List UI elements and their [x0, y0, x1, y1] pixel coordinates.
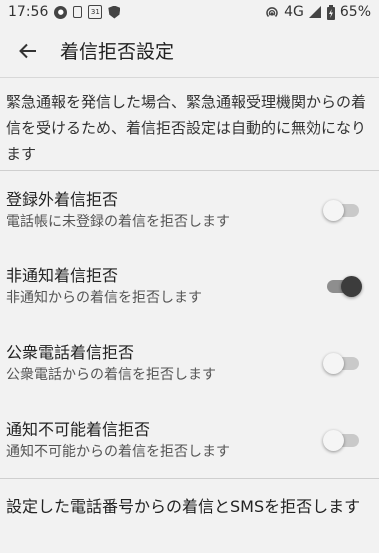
toggle-switch-unregistered[interactable] [323, 198, 361, 222]
setting-subtitle: 通知不可能からの着信を拒否します [6, 444, 230, 460]
page-title: 着信拒否設定 [60, 41, 175, 63]
setting-row-anonymous[interactable]: 非通知着信拒否 非通知からの着信を拒否します [0, 247, 379, 325]
setting-title: 非通知着信拒否 [6, 266, 119, 285]
toggle-switch-unavailable[interactable] [323, 428, 361, 452]
hotspot-icon [264, 5, 280, 19]
setting-row-payphone[interactable]: 公衆電話着信拒否 公衆電話からの着信を拒否します [0, 324, 379, 402]
arrow-left-icon [19, 43, 36, 58]
calendar-day: 31 [88, 5, 103, 19]
signal-icon [308, 5, 322, 19]
toggle-switch-payphone[interactable] [323, 351, 361, 375]
emergency-notice: 緊急通報を発信した場合、緊急通報受理機関からの着信を受けるため、着信拒否設定は自… [0, 79, 379, 171]
toggle-switch-anonymous[interactable] [325, 274, 362, 298]
sim-card-icon [73, 6, 83, 18]
blocked-numbers-item[interactable]: 設定した電話番号からの着信とSMSを拒否します [0, 478, 379, 553]
status-time: 17:56 [8, 4, 49, 20]
calendar-icon: 31 [88, 5, 103, 19]
battery-charging-icon [326, 4, 336, 20]
setting-subtitle: 非通知からの着信を拒否します [6, 290, 202, 306]
setting-title: 登録外着信拒否 [6, 190, 119, 209]
setting-row-unregistered[interactable]: 登録外着信拒否 電話帳に未登録の着信を拒否します [0, 171, 379, 249]
setting-title: 通知不可能着信拒否 [6, 420, 151, 439]
setting-subtitle: 公衆電話からの着信を拒否します [6, 367, 216, 383]
setting-row-unavailable[interactable]: 通知不可能着信拒否 通知不可能からの着信を拒否します [0, 401, 379, 479]
setting-title: 公衆電話着信拒否 [6, 343, 135, 362]
app-bar: 着信拒否設定 [0, 24, 379, 78]
back-button[interactable] [0, 24, 56, 78]
notification-badge-icon: ● [54, 5, 68, 19]
battery-level: 65% [339, 4, 371, 20]
status-bar: 17:56 ● 31 4G 65% [0, 0, 379, 24]
network-type: 4G [284, 4, 304, 20]
shield-icon [108, 5, 121, 19]
setting-subtitle: 電話帳に未登録の着信を拒否します [6, 214, 230, 230]
